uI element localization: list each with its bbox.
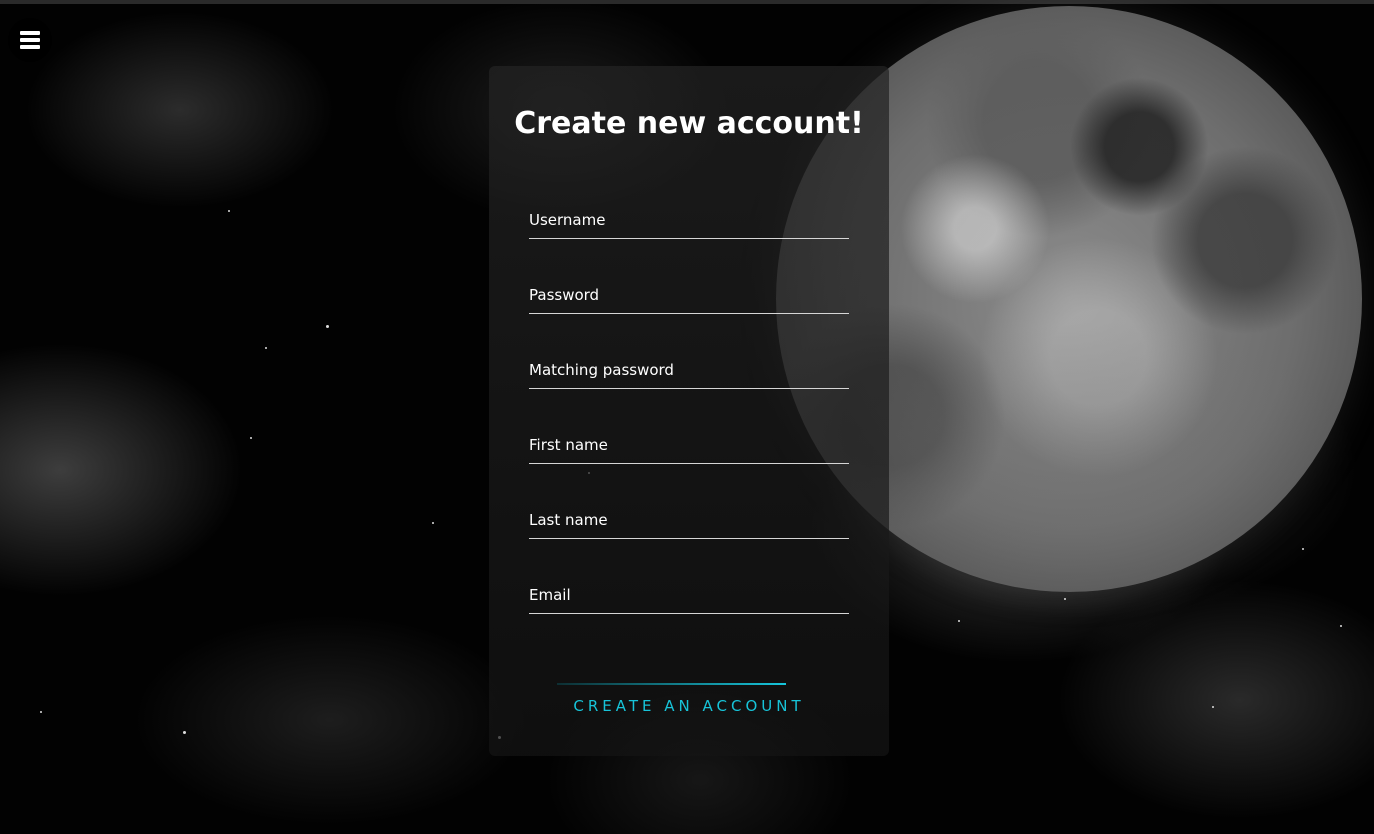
first-name-field[interactable]: First name bbox=[529, 433, 849, 464]
matching-password-field[interactable]: Matching password bbox=[529, 358, 849, 389]
star bbox=[1064, 598, 1066, 600]
page-title: Create new account! bbox=[514, 106, 864, 141]
email-input[interactable] bbox=[529, 583, 849, 613]
star bbox=[1212, 706, 1214, 708]
create-account-panel: Create new account! Username Password Ma… bbox=[489, 66, 889, 756]
star bbox=[326, 325, 329, 328]
create-account-button[interactable]: CREATE AN ACCOUNT bbox=[557, 683, 821, 719]
password-input[interactable] bbox=[529, 283, 849, 313]
cloud-haze bbox=[840, 320, 1360, 620]
top-border bbox=[0, 0, 1374, 4]
star bbox=[1340, 625, 1342, 627]
password-field[interactable]: Password bbox=[529, 283, 849, 314]
star bbox=[958, 620, 960, 622]
star bbox=[265, 347, 267, 349]
matching-password-input[interactable] bbox=[529, 358, 849, 388]
star bbox=[432, 522, 434, 524]
username-field[interactable]: Username bbox=[529, 208, 849, 239]
create-account-button-label: CREATE AN ACCOUNT bbox=[573, 697, 805, 715]
username-input[interactable] bbox=[529, 208, 849, 238]
hamburger-menu-icon bbox=[20, 31, 40, 49]
login-background: Create new account! Username Password Ma… bbox=[0, 0, 1374, 834]
button-accent-line bbox=[557, 683, 786, 685]
menu-button[interactable] bbox=[8, 18, 52, 62]
last-name-field[interactable]: Last name bbox=[529, 508, 849, 539]
star bbox=[250, 437, 252, 439]
star bbox=[183, 731, 186, 734]
star bbox=[1302, 548, 1304, 550]
last-name-input[interactable] bbox=[529, 508, 849, 538]
star bbox=[40, 711, 42, 713]
email-field[interactable]: Email bbox=[529, 583, 849, 614]
star bbox=[228, 210, 230, 212]
first-name-input[interactable] bbox=[529, 433, 849, 463]
